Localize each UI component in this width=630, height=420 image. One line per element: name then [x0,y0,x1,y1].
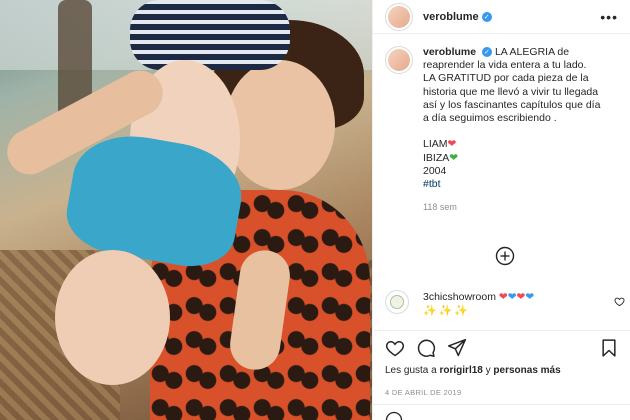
emoji-icon[interactable] [385,411,403,420]
caption-line-3: historia que me llevó a vivir tu llegada [423,85,599,98]
more-options-icon[interactable]: ••• [600,9,618,25]
likes-prefix: Les gusta a [385,365,437,376]
caption-text: veroblume ✓ LA ALEGRIA de reaprender la … [423,46,600,214]
bookmark-icon[interactable] [599,338,619,358]
caption-line-0: LA ALEGRIA de [494,46,570,58]
action-bar [385,338,619,358]
share-icon[interactable] [447,338,467,358]
post-photo[interactable] [0,0,372,420]
comment-sparkles: ✨✨✨ [423,305,471,317]
post-header: veroblume ✓ ••• [373,0,630,34]
hashtag-link[interactable]: #tbt [423,178,600,191]
post-date: 4 DE ABRIL DE 2019 [385,388,462,397]
comment-avatar[interactable] [385,290,409,314]
divider [373,404,630,405]
caption-name: LIAM [423,138,448,151]
plus-circle-icon[interactable] [495,246,515,266]
comment-item: 3chicshowroom ❤❤❤❤ ✨✨✨ [385,290,625,318]
likes-user[interactable]: rorigirl18 [440,365,483,376]
caption-line-5: a día seguimos escribiendo . [423,112,557,125]
green-heart-icon: ❤ [449,151,459,164]
photo-face [225,60,335,190]
heart-outline-icon[interactable] [614,296,625,307]
post-caption: veroblume ✓ LA ALEGRIA de reaprender la … [385,46,625,214]
divider [373,330,630,331]
caption-avatar[interactable] [385,46,413,74]
comment-hearts: ❤❤❤❤ [498,291,535,303]
likes-others[interactable]: personas más [493,365,560,376]
verified-badge-icon: ✓ [482,47,493,58]
comment-icon[interactable] [416,338,436,358]
avatar[interactable] [385,2,413,31]
caption-line-4: así y los fascinantes capítulos que día [423,98,601,111]
caption-time-ago: 118 sem [423,202,457,213]
comment-text: 3chicshowroom ❤❤❤❤ ✨✨✨ [423,290,534,318]
verified-badge-icon: ✓ [481,11,492,22]
likes-connector: y [485,365,491,376]
heart-outline-icon[interactable] [385,338,405,358]
caption-place: IBIZA [423,151,450,164]
caption-username[interactable]: veroblume [423,46,476,58]
caption-line-2: LA GRATITUD por cada pieza de la [423,72,589,85]
caption-year: 2004 [423,164,447,177]
photo-striped-pants [130,0,290,70]
likes-summary: Les gusta a rorigirl18 y personas más [385,365,561,376]
post-panel: veroblume ✓ ••• veroblume ✓ LA ALEGRIA d… [372,0,630,420]
red-heart-icon: ❤ [447,138,457,151]
post-username[interactable]: veroblume [423,11,479,23]
comment-username[interactable]: 3chicshowroom [423,291,496,303]
caption-line-1: reaprender la vida entera a tu lado. [423,59,587,72]
photo-baby-head [55,250,170,385]
